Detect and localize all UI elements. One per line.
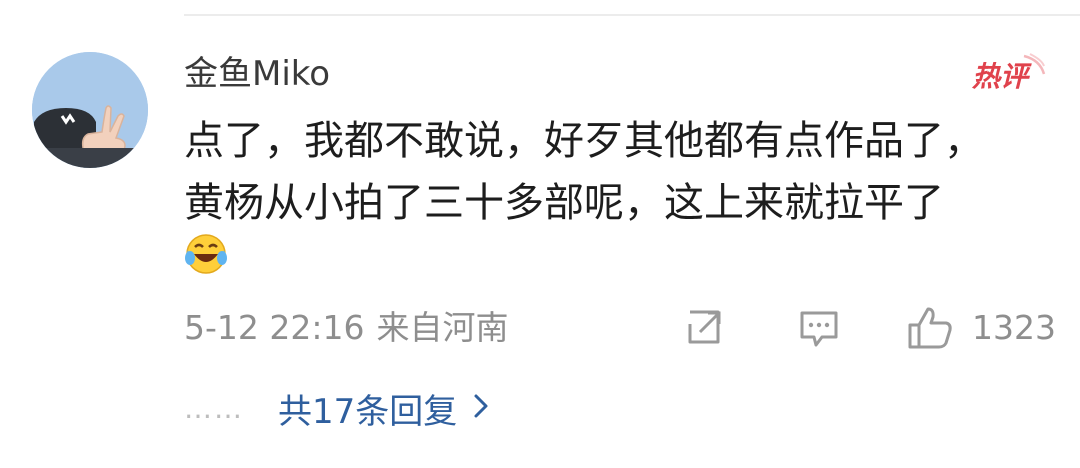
hot-badge-label: 热评 xyxy=(971,60,1032,93)
thumbs-up-icon xyxy=(908,307,952,349)
replies-row: …… 共17条回复 xyxy=(184,384,489,432)
comment-button[interactable] xyxy=(798,304,844,352)
comment-datetime: 5-12 22:16 xyxy=(184,308,365,347)
top-divider xyxy=(184,14,1080,16)
avatar[interactable] xyxy=(32,52,148,168)
share-icon xyxy=(688,310,721,344)
hot-comment-badge: 热评 xyxy=(970,52,1046,96)
dots-separator: …… xyxy=(184,391,244,425)
like-count: 1323 xyxy=(972,308,1056,347)
laugh-cry-emoji-icon xyxy=(184,232,228,276)
hot-badge-icon: 热评 xyxy=(971,53,1046,93)
comment-line-2: 黄杨从小拍了三十多部呢，这上来就拉平了 xyxy=(184,180,944,226)
comment-icon xyxy=(800,311,838,347)
chevron-right-icon[interactable] xyxy=(473,393,489,423)
comment-region: 来自河南 xyxy=(376,308,509,347)
comment-line-1: 点了，我都不敢说，好歹其他都有点作品了， xyxy=(184,118,984,164)
like-button[interactable]: 1323 xyxy=(906,304,1056,352)
view-replies-link[interactable]: 共17条回复 xyxy=(278,384,457,433)
share-button[interactable] xyxy=(684,304,732,352)
comment-meta: 5-12 22:16 来自河南 xyxy=(184,306,509,350)
comment-text: 点了，我都不敢说，好歹其他都有点作品了， 黄杨从小拍了三十多部呢，这上来就拉平了 xyxy=(184,110,1064,234)
avatar-image xyxy=(32,52,148,168)
username[interactable]: 金鱼Miko xyxy=(184,52,330,96)
